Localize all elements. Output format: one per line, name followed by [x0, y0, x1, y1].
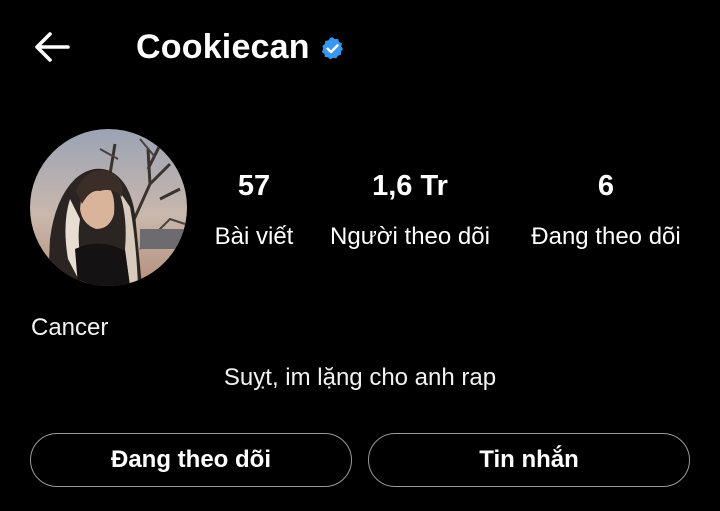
stat-followers-count: 1,6 Tr: [372, 170, 448, 202]
username: Cookiecan: [136, 27, 310, 66]
stat-posts[interactable]: 57 Bài viết: [206, 168, 302, 252]
stat-following[interactable]: 6 Đang theo dõi: [518, 168, 694, 252]
profile-photo: [30, 129, 187, 286]
following-button-label: Đang theo dõi: [111, 446, 271, 473]
stat-posts-count: 57: [237, 170, 271, 202]
profile-bio: Suỵt, im lặng cho anh rap: [223, 364, 497, 391]
message-button[interactable]: Tin nhắn: [368, 433, 690, 487]
stat-posts-label: Bài viết: [214, 223, 294, 250]
profile-category: Cancer: [31, 314, 109, 341]
stat-followers-label: Người theo dõi: [330, 223, 490, 250]
message-button-label: Tin nhắn: [479, 446, 579, 473]
back-button[interactable]: [28, 25, 76, 69]
profile-header: Cookiecan: [136, 24, 345, 70]
verified-badge-icon: [320, 36, 345, 61]
following-button[interactable]: Đang theo dõi: [30, 433, 352, 487]
stat-following-label: Đang theo dõi: [531, 223, 681, 250]
stat-followers[interactable]: 1,6 Tr Người theo dõi: [318, 168, 502, 252]
stat-following-count: 6: [597, 170, 615, 202]
avatar[interactable]: [30, 129, 187, 286]
arrow-left-icon: [34, 31, 70, 63]
